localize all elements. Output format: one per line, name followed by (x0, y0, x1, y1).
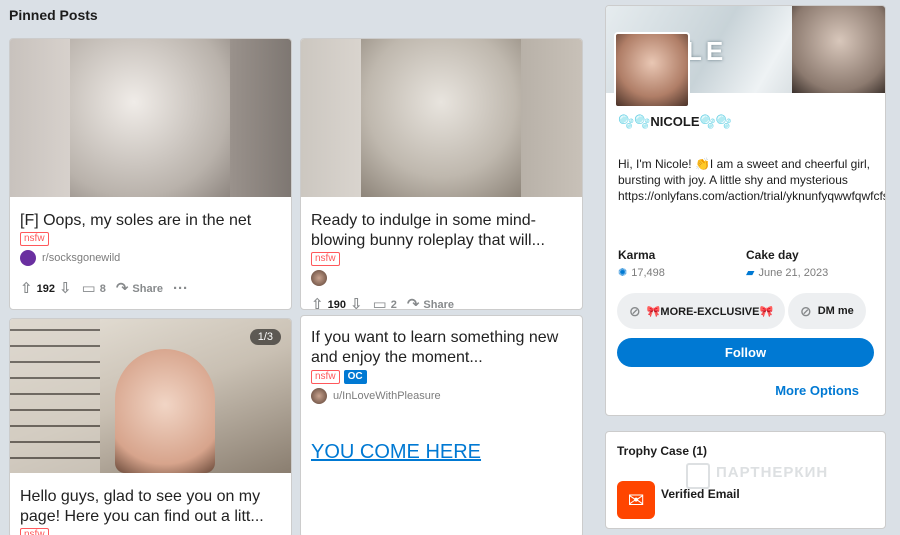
comments-button[interactable]: ▭ 8 (82, 281, 106, 296)
post-image[interactable]: 1/3 (10, 319, 291, 473)
banner-photo (792, 6, 885, 93)
karma-value: ✺ 17,498 (618, 266, 665, 280)
post-photo (361, 39, 521, 197)
link-icon: ⊘ (800, 302, 812, 319)
cakeday-date: June 21, 2023 (758, 266, 829, 279)
community-name[interactable]: r/socksgonewild (42, 252, 120, 264)
tag-row: nsfw OC (311, 370, 367, 384)
downvote-icon[interactable]: ⇩ (350, 297, 363, 309)
profile-avatar[interactable] (614, 32, 690, 108)
post-link[interactable]: YOU COME HERE (311, 441, 481, 464)
karma-icon: ✺ (618, 267, 628, 279)
author-avatar (311, 388, 327, 404)
post-image[interactable] (301, 39, 582, 197)
nsfw-tag: nsfw (20, 528, 49, 535)
post-title[interactable]: Ready to indulge in some mind-blowing bu… (311, 211, 572, 251)
image-blur-left (10, 39, 70, 197)
trophy-name: Verified Email (661, 487, 740, 501)
vote-control: ⇧ 190 ⇩ (311, 297, 363, 310)
image-background (10, 319, 100, 473)
post-card[interactable]: Ready to indulge in some mind-blowing bu… (300, 38, 583, 310)
post-photo (115, 349, 215, 473)
pinned-posts-title: Pinned Posts (9, 7, 98, 23)
profile-bio: Hi, I'm Nicole! 👏I am a sweet and cheerf… (618, 157, 885, 203)
tag-row: nsfw (20, 232, 49, 246)
cake-icon: ▰ (746, 267, 755, 279)
share-button[interactable]: ↷ Share (406, 296, 454, 310)
karma-number: 17,498 (631, 266, 665, 279)
post-image[interactable] (10, 39, 291, 197)
downvote-icon[interactable]: ⇩ (59, 281, 72, 296)
upvote-icon[interactable]: ⇧ (20, 281, 33, 296)
share-label: Share (423, 298, 454, 310)
trophy-case: Trophy Case (1) ПАРТНЕРКИН ✉ Verified Em… (605, 431, 886, 529)
watermark-logo (686, 463, 710, 489)
watermark-text: ПАРТНЕРКИН (716, 464, 829, 481)
share-icon: ↷ (406, 296, 420, 310)
image-blur-right (230, 39, 291, 197)
comment-count: 2 (390, 298, 397, 310)
trophy-case-title: Trophy Case (1) (617, 444, 708, 458)
comments-button[interactable]: ▭ 2 (372, 296, 397, 310)
tag-row: nsfw (311, 252, 340, 266)
exclusive-link-label: 🎀MORE-EXCLUSIVE🎀 (646, 305, 774, 318)
share-label: Share (132, 282, 163, 295)
dm-link-label: DM me (817, 305, 854, 317)
more-options-button[interactable]: More Options (775, 383, 859, 398)
nsfw-tag: nsfw (20, 232, 49, 246)
gallery-count-badge: 1/3 (249, 329, 281, 345)
banner-text: LE (686, 36, 728, 66)
post-card[interactable]: If you want to learn something new and e… (300, 315, 583, 535)
cakeday-label: Cake day (746, 248, 799, 262)
author-row[interactable]: u/InLoveWithPleasure (311, 388, 441, 404)
oc-tag: OC (343, 370, 367, 384)
share-button[interactable]: ↷ Share (116, 281, 163, 296)
karma-label: Karma (618, 248, 656, 262)
nsfw-tag: nsfw (311, 370, 340, 384)
comment-icon: ▭ (81, 280, 96, 297)
post-photo (70, 39, 230, 197)
post-card[interactable]: 1/3 Hello guys, glad to see you on my pa… (9, 318, 292, 535)
comment-icon: ▭ (372, 296, 387, 310)
exclusive-link-button[interactable]: ⊘ 🎀MORE-EXCLUSIVE🎀 (617, 293, 786, 329)
share-icon: ↷ (115, 280, 129, 297)
post-card[interactable]: [F] Oops, my soles are in the net nsfw r… (9, 38, 292, 310)
profile-name: 🫧🫧NICOLE🫧🫧 (618, 114, 732, 129)
author-row[interactable] (311, 270, 327, 286)
dm-link-button[interactable]: ⊘ DM me (788, 293, 866, 329)
follow-button[interactable]: Follow (617, 338, 874, 367)
vote-control: ⇧ 192 ⇩ (20, 281, 72, 296)
post-title[interactable]: Hello guys, glad to see you on my page! … (20, 487, 281, 527)
upvote-icon[interactable]: ⇧ (311, 297, 324, 309)
envelope-trophy-icon: ✉ (617, 481, 655, 519)
more-icon[interactable]: ··· (173, 281, 188, 296)
community-icon (20, 250, 36, 266)
image-blur-left (301, 39, 361, 197)
vote-count: 192 (36, 282, 55, 295)
link-icon: ⊘ (629, 302, 641, 319)
action-row: ⇧ 192 ⇩ ▭ 8 ↷ Share ··· (20, 281, 188, 296)
author-name[interactable]: u/InLoveWithPleasure (333, 390, 441, 402)
image-blur-right (521, 39, 582, 197)
tag-row: nsfw (20, 528, 49, 535)
post-title[interactable]: [F] Oops, my soles are in the net (20, 211, 281, 231)
community-row[interactable]: r/socksgonewild (20, 250, 120, 266)
cakeday-value: ▰ June 21, 2023 (746, 266, 829, 280)
nsfw-tag: nsfw (311, 252, 340, 266)
author-avatar (311, 270, 327, 286)
vote-count: 190 (327, 298, 346, 310)
comment-count: 8 (99, 282, 106, 295)
action-row: ⇧ 190 ⇩ ▭ 2 ↷ Share (311, 296, 454, 310)
post-title[interactable]: If you want to learn something new and e… (311, 328, 572, 368)
profile-card: LE 🫧🫧NICOLE🫧🫧 Hi, I'm Nicole! 👏I am a sw… (605, 5, 886, 416)
